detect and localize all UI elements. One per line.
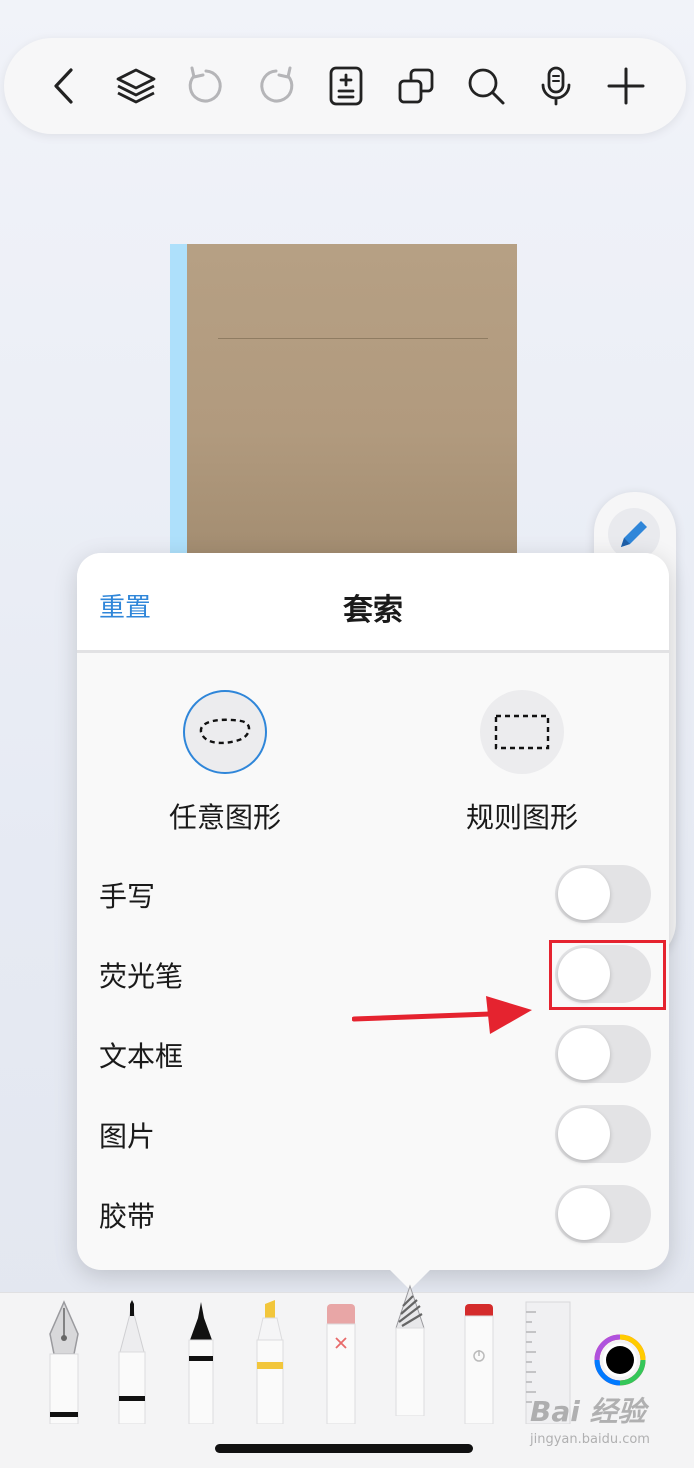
layers-button[interactable] — [108, 58, 164, 114]
page-add-button[interactable] — [318, 58, 374, 114]
notebook-spine — [170, 244, 187, 556]
popover-title: 套索 — [343, 593, 403, 628]
duplicate-icon — [398, 68, 434, 104]
textbox-label: 文本框 — [99, 1040, 184, 1073]
rectangle-lasso-option[interactable]: 规则图形 — [466, 690, 578, 834]
undo-icon — [188, 66, 222, 103]
watermark-main: Bai 经验 — [530, 1395, 646, 1428]
microphone-icon — [541, 66, 571, 106]
redo-icon — [260, 66, 294, 103]
watermark: Bai 经验 jingyan.baidu.com — [530, 1390, 680, 1447]
duplicate-button[interactable] — [388, 58, 444, 114]
lasso-tool-icon[interactable] — [393, 1284, 427, 1416]
add-icon — [607, 67, 645, 105]
lasso-popover: 重置 套索 任意图形 规则图形 手写 荧光笔 文本框 图片 胶带 — [77, 553, 669, 1270]
redo-button[interactable] — [248, 58, 304, 114]
undo-button[interactable] — [178, 58, 234, 114]
freeform-lasso-icon — [199, 718, 251, 745]
annotation-highlight-box — [549, 940, 666, 1010]
highlighter-label: 荧光笔 — [99, 960, 184, 993]
rectangle-lasso-icon — [494, 714, 550, 750]
rectangle-lasso-label: 规则图形 — [465, 801, 578, 834]
search-button[interactable] — [458, 58, 514, 114]
color-picker-icon[interactable] — [594, 1334, 646, 1386]
toggle-knob — [558, 1028, 610, 1080]
search-icon — [468, 68, 505, 105]
back-icon — [54, 68, 73, 104]
annotation-arrow-icon — [352, 996, 532, 1034]
popover-header: 重置 套索 — [77, 553, 669, 653]
tape-label: 胶带 — [99, 1200, 156, 1233]
pencil-icon — [621, 521, 647, 547]
toggle-knob — [558, 1188, 610, 1240]
freeform-lasso-option[interactable]: 任意图形 — [169, 690, 281, 834]
home-indicator[interactable] — [215, 1444, 473, 1453]
tape-icon[interactable] — [462, 1300, 496, 1424]
microphone-button[interactable] — [528, 58, 584, 114]
freeform-lasso-label: 任意图形 — [168, 801, 281, 834]
brush-pen-icon[interactable] — [186, 1300, 216, 1424]
watermark-url: jingyan.baidu.com — [530, 1432, 650, 1447]
tape-toggle[interactable] — [555, 1185, 651, 1243]
page-add-icon — [329, 66, 363, 106]
fountain-pen-icon[interactable] — [44, 1300, 84, 1424]
handwriting-toggle[interactable] — [555, 865, 651, 923]
layers-icon — [116, 68, 156, 104]
rectangle-lasso-button[interactable] — [480, 690, 564, 774]
notebook-title-line — [218, 338, 488, 339]
add-button[interactable] — [598, 58, 654, 114]
eraser-icon[interactable] — [324, 1300, 358, 1424]
option-row-tape: 胶带 — [99, 1183, 651, 1243]
option-row-image: 图片 — [99, 1103, 651, 1163]
notebook-cover[interactable] — [170, 244, 517, 556]
image-toggle[interactable] — [555, 1105, 651, 1163]
top-toolbar — [4, 38, 686, 134]
option-row-handwriting: 手写 — [99, 863, 651, 923]
image-label: 图片 — [99, 1120, 156, 1153]
back-button[interactable] — [38, 58, 94, 114]
toggle-knob — [558, 868, 610, 920]
highlighter-icon[interactable] — [254, 1300, 286, 1424]
handwriting-label: 手写 — [99, 880, 156, 913]
freeform-lasso-button[interactable] — [183, 690, 267, 774]
ballpoint-pen-icon[interactable] — [116, 1300, 148, 1424]
toggle-knob — [558, 1108, 610, 1160]
textbox-toggle[interactable] — [555, 1025, 651, 1083]
